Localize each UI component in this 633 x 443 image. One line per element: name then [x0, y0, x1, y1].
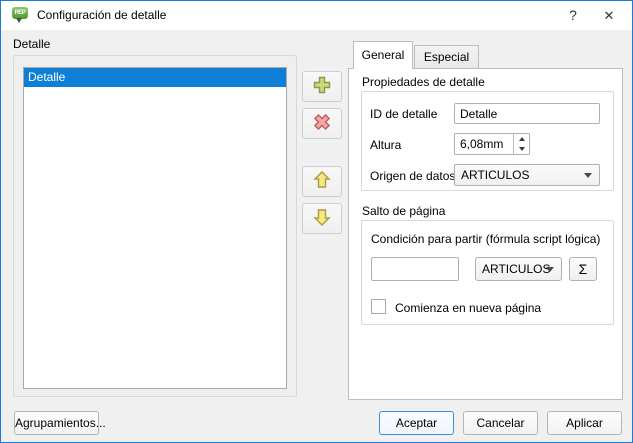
properties-group-title: Propiedades de detalle [362, 75, 489, 89]
chevron-down-icon [546, 267, 554, 272]
plus-icon [311, 74, 333, 99]
detail-configuration-dialog: REP Configuración de detalle ? ✕ Detalle… [0, 0, 633, 443]
add-detail-button[interactable] [302, 71, 342, 102]
datasource-label: Origen de datos [370, 169, 455, 183]
spinner-buttons [513, 134, 529, 154]
condition-datasource-combo[interactable]: ARTICULOS [475, 257, 562, 281]
title-bar[interactable]: REP Configuración de detalle ? ✕ [1, 1, 632, 30]
cross-delete-icon [311, 111, 333, 136]
arrow-down-icon [311, 206, 333, 231]
datasource-combo-value: ARTICULOS [461, 165, 529, 185]
formula-sigma-button[interactable]: Σ [569, 257, 597, 281]
spin-down-icon [519, 147, 525, 151]
close-button[interactable]: ✕ [594, 1, 624, 30]
accept-button[interactable]: Aceptar [379, 411, 454, 435]
height-label: Altura [370, 138, 401, 152]
chevron-down-icon [584, 173, 592, 178]
report-icon-tail [16, 18, 22, 23]
break-condition-label: Condición para partir (fórmula script ló… [371, 232, 600, 246]
new-page-checkbox[interactable] [371, 299, 386, 314]
move-down-button[interactable] [302, 203, 342, 234]
spin-up-button[interactable] [514, 134, 529, 144]
report-app-icon: REP [12, 7, 28, 23]
delete-detail-button[interactable] [302, 108, 342, 139]
window-title: Configuración de detalle [37, 1, 166, 30]
detail-list-label: Detalle [13, 37, 50, 51]
spin-up-icon [519, 137, 525, 141]
height-spinner[interactable]: 6,08mm [454, 133, 530, 155]
detail-id-input[interactable] [454, 103, 600, 124]
arrow-up-icon [311, 169, 333, 194]
tab-especial[interactable]: Especial [414, 45, 479, 68]
height-value: 6,08mm [460, 134, 503, 154]
datasource-combo[interactable]: ARTICULOS [454, 164, 600, 186]
detail-id-label: ID de detalle [370, 107, 437, 121]
groupings-button[interactable]: Agrupamientos... [14, 411, 99, 435]
cancel-button[interactable]: Cancelar [463, 411, 538, 435]
break-condition-input[interactable] [371, 257, 459, 281]
pagebreak-group-title: Salto de página [362, 204, 449, 218]
move-up-button[interactable] [302, 166, 342, 197]
spin-down-button[interactable] [514, 144, 529, 154]
list-item[interactable]: Detalle [24, 68, 286, 87]
help-button[interactable]: ? [558, 1, 588, 30]
apply-button[interactable]: Aplicar [547, 411, 622, 435]
tab-general[interactable]: General [353, 41, 413, 69]
detail-list[interactable]: Detalle [23, 67, 287, 389]
condition-datasource-value: ARTICULOS [482, 258, 550, 280]
new-page-checkbox-label: Comienza en nueva página [395, 301, 541, 315]
